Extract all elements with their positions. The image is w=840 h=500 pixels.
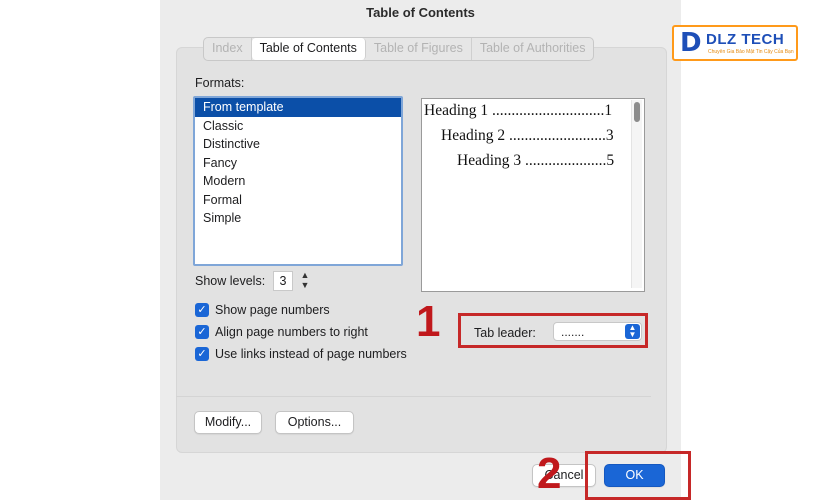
preview-scrollbar-track[interactable] xyxy=(631,100,642,288)
tab-table-of-figures[interactable]: Table of Figures xyxy=(366,38,472,60)
tab-bar: Index Table of Contents Table of Figures… xyxy=(203,37,595,61)
stepper-down-icon[interactable]: ▼ xyxy=(298,280,312,290)
modify-button[interactable]: Modify... xyxy=(194,411,262,434)
dialog-title: Table of Contents xyxy=(366,5,475,20)
tab-table-of-authorities[interactable]: Table of Authorities xyxy=(472,38,594,60)
divider xyxy=(176,396,651,397)
format-item-distinctive[interactable]: Distinctive xyxy=(195,135,401,154)
show-page-numbers-option[interactable]: ✓ Show page numbers xyxy=(195,303,330,317)
show-page-numbers-checkbox[interactable]: ✓ xyxy=(195,303,209,317)
logo-d-icon: D xyxy=(680,28,702,58)
logo-tagline: Chuyên Gia Bảo Mật Tin Cậy Của Bạn xyxy=(708,49,794,55)
format-item-from-template[interactable]: From template xyxy=(195,98,401,117)
logo-text: DLZ TECH xyxy=(706,31,785,48)
step-marker-2: 2 xyxy=(537,449,562,498)
stepper-up-icon[interactable]: ▲ xyxy=(298,270,312,280)
preview-heading-3: Heading 3 .....................5 xyxy=(457,152,615,169)
show-levels-stepper[interactable]: ▲ ▼ xyxy=(298,270,312,292)
highlight-tab-leader xyxy=(458,313,648,348)
format-item-formal[interactable]: Formal xyxy=(195,191,401,210)
use-links-checkbox[interactable]: ✓ xyxy=(195,347,209,361)
align-page-numbers-checkbox[interactable]: ✓ xyxy=(195,325,209,339)
toc-dialog: Table of Contents Index Table of Content… xyxy=(160,0,681,500)
preview-heading-2: Heading 2 .........................3 xyxy=(441,127,614,144)
show-levels-field[interactable]: 3 xyxy=(273,271,293,291)
highlight-ok-button xyxy=(585,451,691,500)
show-page-numbers-label: Show page numbers xyxy=(215,303,330,317)
format-item-simple[interactable]: Simple xyxy=(195,209,401,228)
format-item-modern[interactable]: Modern xyxy=(195,172,401,191)
format-item-classic[interactable]: Classic xyxy=(195,117,401,136)
align-page-numbers-label: Align page numbers to right xyxy=(215,325,368,339)
use-links-option[interactable]: ✓ Use links instead of page numbers xyxy=(195,347,407,361)
preview-scrollbar-thumb[interactable] xyxy=(634,102,640,122)
formats-label: Formats: xyxy=(195,76,245,90)
preview-heading-1: Heading 1 .............................1 xyxy=(424,102,613,119)
toc-preview: Heading 1 .............................1… xyxy=(421,98,645,292)
use-links-label: Use links instead of page numbers xyxy=(215,347,407,361)
show-levels-label: Show levels: xyxy=(195,274,266,288)
align-page-numbers-option[interactable]: ✓ Align page numbers to right xyxy=(195,325,368,339)
tab-table-of-contents[interactable]: Table of Contents xyxy=(251,38,366,60)
options-button[interactable]: Options... xyxy=(275,411,354,434)
formats-list[interactable]: From template Classic Distinctive Fancy … xyxy=(193,96,403,266)
step-marker-1: 1 xyxy=(416,297,441,346)
brand-logo: D DLZ TECH Chuyên Gia Bảo Mật Tin Cậy Củ… xyxy=(672,25,798,61)
tab-index[interactable]: Index xyxy=(204,38,252,60)
format-item-fancy[interactable]: Fancy xyxy=(195,154,401,173)
